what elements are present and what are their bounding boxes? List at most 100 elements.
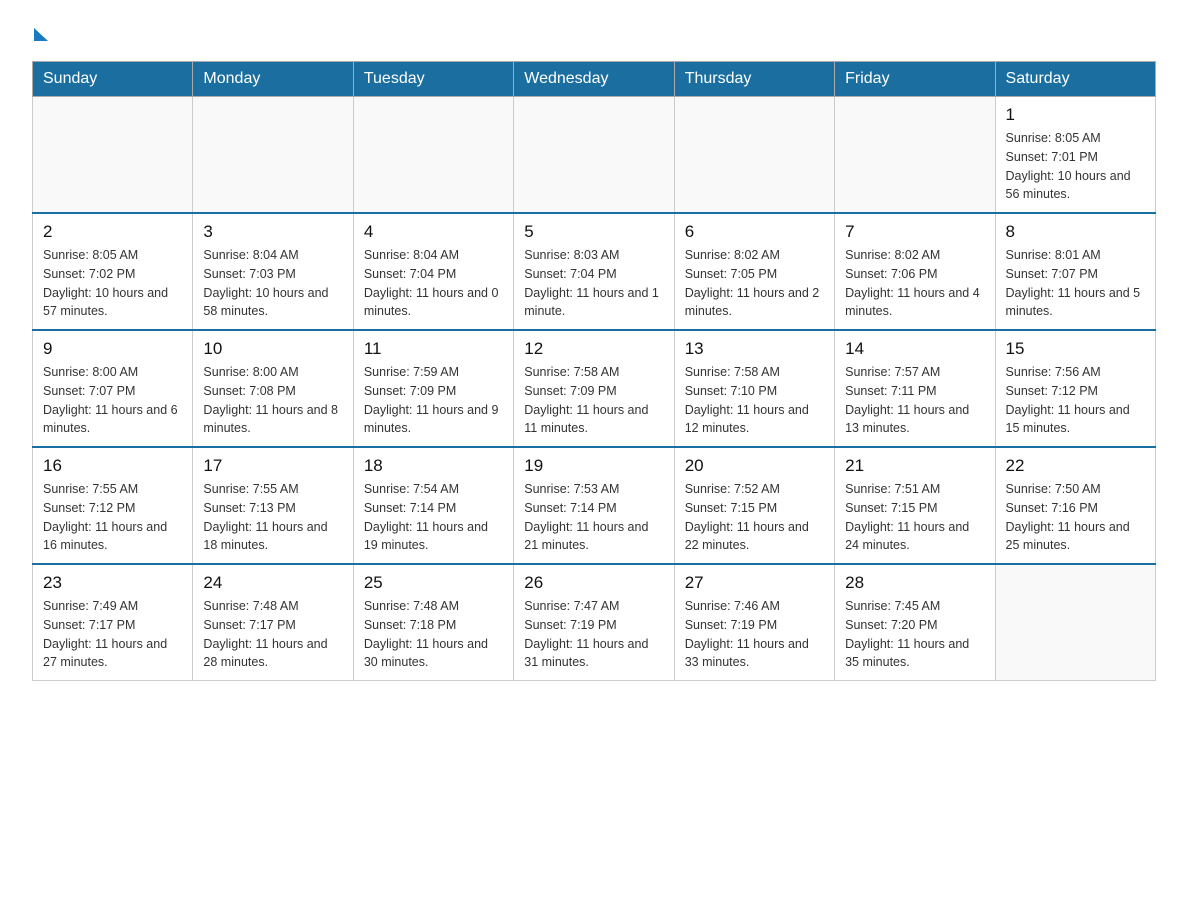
calendar-day-cell: 12 Sunrise: 7:58 AMSunset: 7:09 PMDayligh… — [514, 330, 674, 447]
day-sun-info: Sunrise: 8:05 AMSunset: 7:01 PMDaylight:… — [1006, 129, 1145, 204]
day-number: 24 — [203, 573, 342, 593]
calendar-day-cell: 23 Sunrise: 7:49 AMSunset: 7:17 PMDayligh… — [33, 564, 193, 681]
day-number: 23 — [43, 573, 182, 593]
day-sun-info: Sunrise: 7:58 AMSunset: 7:09 PMDaylight:… — [524, 363, 663, 438]
day-number: 19 — [524, 456, 663, 476]
day-number: 7 — [845, 222, 984, 242]
day-number: 28 — [845, 573, 984, 593]
calendar-day-cell: 5 Sunrise: 8:03 AMSunset: 7:04 PMDaylight… — [514, 213, 674, 330]
day-of-week-header: Sunday — [33, 62, 193, 97]
day-sun-info: Sunrise: 7:47 AMSunset: 7:19 PMDaylight:… — [524, 597, 663, 672]
calendar-day-cell: 22 Sunrise: 7:50 AMSunset: 7:16 PMDayligh… — [995, 447, 1155, 564]
calendar-day-cell: 16 Sunrise: 7:55 AMSunset: 7:12 PMDayligh… — [33, 447, 193, 564]
calendar-day-cell: 1 Sunrise: 8:05 AMSunset: 7:01 PMDaylight… — [995, 97, 1155, 214]
day-sun-info: Sunrise: 7:45 AMSunset: 7:20 PMDaylight:… — [845, 597, 984, 672]
calendar-header-row: SundayMondayTuesdayWednesdayThursdayFrid… — [33, 62, 1156, 97]
day-number: 20 — [685, 456, 824, 476]
day-number: 6 — [685, 222, 824, 242]
day-sun-info: Sunrise: 7:57 AMSunset: 7:11 PMDaylight:… — [845, 363, 984, 438]
day-sun-info: Sunrise: 7:49 AMSunset: 7:17 PMDaylight:… — [43, 597, 182, 672]
calendar-week-row: 1 Sunrise: 8:05 AMSunset: 7:01 PMDaylight… — [33, 97, 1156, 214]
day-number: 18 — [364, 456, 503, 476]
day-number: 8 — [1006, 222, 1145, 242]
day-sun-info: Sunrise: 7:55 AMSunset: 7:12 PMDaylight:… — [43, 480, 182, 555]
day-of-week-header: Friday — [835, 62, 995, 97]
calendar-day-cell: 11 Sunrise: 7:59 AMSunset: 7:09 PMDayligh… — [353, 330, 513, 447]
calendar-day-cell — [193, 97, 353, 214]
day-sun-info: Sunrise: 7:52 AMSunset: 7:15 PMDaylight:… — [685, 480, 824, 555]
day-sun-info: Sunrise: 7:50 AMSunset: 7:16 PMDaylight:… — [1006, 480, 1145, 555]
calendar-day-cell: 24 Sunrise: 7:48 AMSunset: 7:17 PMDayligh… — [193, 564, 353, 681]
day-of-week-header: Monday — [193, 62, 353, 97]
day-number: 21 — [845, 456, 984, 476]
calendar-week-row: 23 Sunrise: 7:49 AMSunset: 7:17 PMDayligh… — [33, 564, 1156, 681]
day-number: 25 — [364, 573, 503, 593]
day-sun-info: Sunrise: 7:54 AMSunset: 7:14 PMDaylight:… — [364, 480, 503, 555]
day-number: 10 — [203, 339, 342, 359]
day-number: 14 — [845, 339, 984, 359]
calendar-week-row: 9Sunrise: 8:00 AMSunset: 7:07 PMDaylight… — [33, 330, 1156, 447]
day-number: 5 — [524, 222, 663, 242]
calendar-day-cell: 25 Sunrise: 7:48 AMSunset: 7:18 PMDayligh… — [353, 564, 513, 681]
day-number: 12 — [524, 339, 663, 359]
calendar-day-cell — [514, 97, 674, 214]
page-header — [32, 24, 1156, 41]
day-number: 13 — [685, 339, 824, 359]
calendar-day-cell — [33, 97, 193, 214]
day-number: 4 — [364, 222, 503, 242]
calendar-day-cell: 28 Sunrise: 7:45 AMSunset: 7:20 PMDayligh… — [835, 564, 995, 681]
day-of-week-header: Thursday — [674, 62, 834, 97]
day-number: 9 — [43, 339, 182, 359]
day-sun-info: Sunrise: 7:53 AMSunset: 7:14 PMDaylight:… — [524, 480, 663, 555]
calendar-week-row: 16 Sunrise: 7:55 AMSunset: 7:12 PMDayligh… — [33, 447, 1156, 564]
day-number: 26 — [524, 573, 663, 593]
calendar-day-cell: 4 Sunrise: 8:04 AMSunset: 7:04 PMDaylight… — [353, 213, 513, 330]
calendar-day-cell: 2 Sunrise: 8:05 AMSunset: 7:02 PMDaylight… — [33, 213, 193, 330]
calendar-day-cell: 17Sunrise: 7:55 AMSunset: 7:13 PMDayligh… — [193, 447, 353, 564]
day-sun-info: Sunrise: 8:01 AMSunset: 7:07 PMDaylight:… — [1006, 246, 1145, 321]
day-sun-info: Sunrise: 7:59 AMSunset: 7:09 PMDaylight:… — [364, 363, 503, 438]
day-of-week-header: Wednesday — [514, 62, 674, 97]
calendar-day-cell: 7 Sunrise: 8:02 AMSunset: 7:06 PMDaylight… — [835, 213, 995, 330]
day-sun-info: Sunrise: 8:03 AMSunset: 7:04 PMDaylight:… — [524, 246, 663, 321]
logo-arrow-icon — [34, 28, 48, 41]
calendar-day-cell: 18 Sunrise: 7:54 AMSunset: 7:14 PMDayligh… — [353, 447, 513, 564]
day-number: 2 — [43, 222, 182, 242]
calendar-day-cell — [674, 97, 834, 214]
calendar-day-cell: 27 Sunrise: 7:46 AMSunset: 7:19 PMDayligh… — [674, 564, 834, 681]
day-of-week-header: Tuesday — [353, 62, 513, 97]
day-sun-info: Sunrise: 8:02 AMSunset: 7:05 PMDaylight:… — [685, 246, 824, 321]
day-number: 27 — [685, 573, 824, 593]
calendar-day-cell — [353, 97, 513, 214]
day-sun-info: Sunrise: 8:04 AMSunset: 7:03 PMDaylight:… — [203, 246, 342, 321]
day-sun-info: Sunrise: 7:46 AMSunset: 7:19 PMDaylight:… — [685, 597, 824, 672]
day-sun-info: Sunrise: 7:51 AMSunset: 7:15 PMDaylight:… — [845, 480, 984, 555]
day-number: 11 — [364, 339, 503, 359]
day-sun-info: Sunrise: 8:04 AMSunset: 7:04 PMDaylight:… — [364, 246, 503, 321]
day-number: 22 — [1006, 456, 1145, 476]
day-sun-info: Sunrise: 8:00 AMSunset: 7:08 PMDaylight:… — [203, 363, 342, 438]
day-number: 1 — [1006, 105, 1145, 125]
calendar-day-cell: 6 Sunrise: 8:02 AMSunset: 7:05 PMDaylight… — [674, 213, 834, 330]
day-number: 15 — [1006, 339, 1145, 359]
day-number: 3 — [203, 222, 342, 242]
day-sun-info: Sunrise: 7:56 AMSunset: 7:12 PMDaylight:… — [1006, 363, 1145, 438]
day-number: 16 — [43, 456, 182, 476]
day-sun-info: Sunrise: 8:02 AMSunset: 7:06 PMDaylight:… — [845, 246, 984, 321]
day-sun-info: Sunrise: 7:48 AMSunset: 7:17 PMDaylight:… — [203, 597, 342, 672]
calendar-day-cell: 15 Sunrise: 7:56 AMSunset: 7:12 PMDayligh… — [995, 330, 1155, 447]
calendar-day-cell — [835, 97, 995, 214]
calendar-day-cell — [995, 564, 1155, 681]
calendar-day-cell: 9Sunrise: 8:00 AMSunset: 7:07 PMDaylight… — [33, 330, 193, 447]
day-sun-info: Sunrise: 7:48 AMSunset: 7:18 PMDaylight:… — [364, 597, 503, 672]
calendar-table: SundayMondayTuesdayWednesdayThursdayFrid… — [32, 61, 1156, 681]
calendar-day-cell: 3 Sunrise: 8:04 AMSunset: 7:03 PMDaylight… — [193, 213, 353, 330]
day-of-week-header: Saturday — [995, 62, 1155, 97]
day-sun-info: Sunrise: 7:55 AMSunset: 7:13 PMDaylight:… — [203, 480, 342, 555]
calendar-day-cell: 13Sunrise: 7:58 AMSunset: 7:10 PMDayligh… — [674, 330, 834, 447]
calendar-day-cell: 21 Sunrise: 7:51 AMSunset: 7:15 PMDayligh… — [835, 447, 995, 564]
calendar-day-cell: 14 Sunrise: 7:57 AMSunset: 7:11 PMDayligh… — [835, 330, 995, 447]
calendar-day-cell: 19 Sunrise: 7:53 AMSunset: 7:14 PMDayligh… — [514, 447, 674, 564]
day-sun-info: Sunrise: 8:05 AMSunset: 7:02 PMDaylight:… — [43, 246, 182, 321]
calendar-day-cell: 8 Sunrise: 8:01 AMSunset: 7:07 PMDaylight… — [995, 213, 1155, 330]
